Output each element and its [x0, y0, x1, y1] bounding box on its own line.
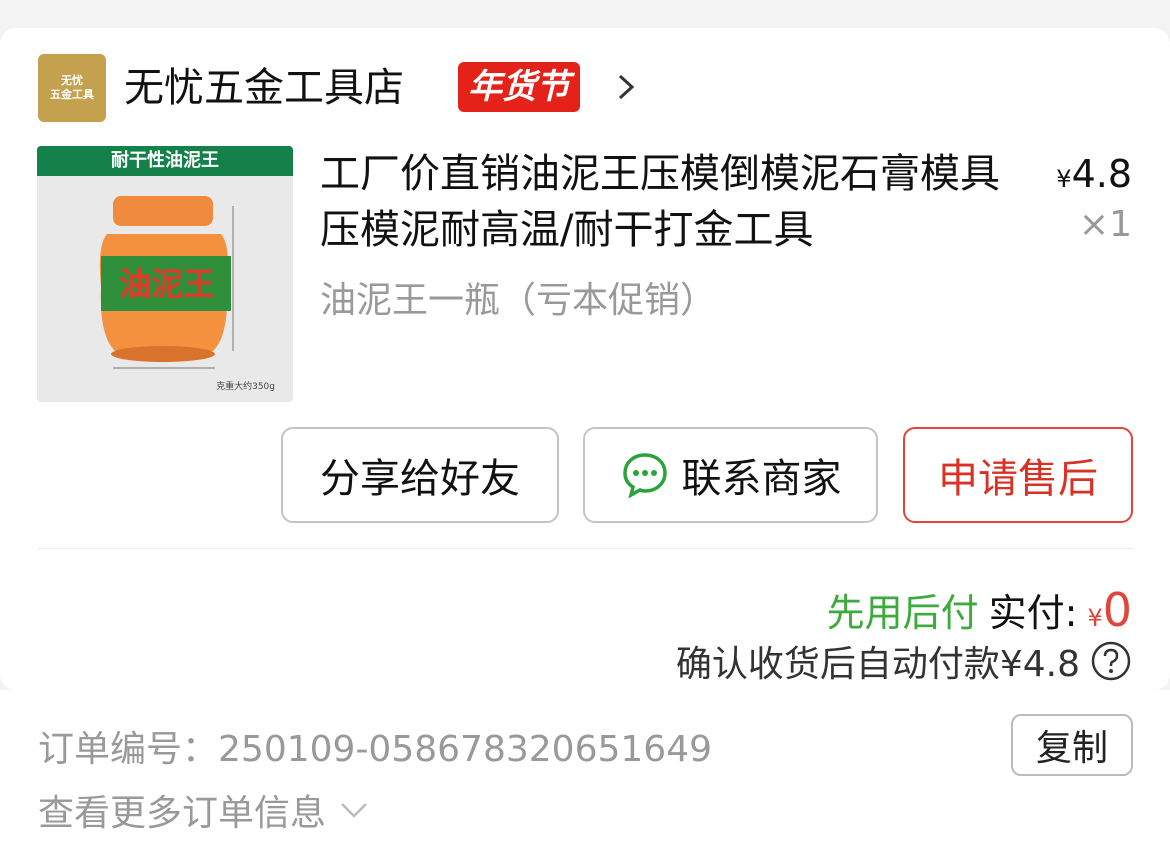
payment-summary: 先用后付 实付: ¥0 [826, 582, 1132, 637]
product-thumbnail[interactable]: 耐干性油泥王 油泥王 克重大约350g [37, 146, 293, 402]
auto-pay-text: 确认收货后自动付款¥4.8 [675, 644, 1080, 685]
after-sale-button[interactable]: 申请售后 [903, 427, 1133, 523]
paid-label: 实付: [988, 591, 1078, 635]
share-button[interactable]: 分享给好友 [281, 427, 559, 523]
more-order-info[interactable]: 查看更多订单信息 [38, 784, 370, 836]
contact-seller-button[interactable]: 联系商家 [583, 427, 878, 523]
pay-later-tag: 先用后付 [826, 591, 979, 635]
chat-icon [622, 453, 667, 499]
shop-logo[interactable]: 无忧 五金工具 [38, 54, 106, 122]
product-title[interactable]: 工厂价直销油泥王压模倒模泥石膏模具 压模泥耐高温/耐干打金工具 [320, 146, 1010, 258]
paid-currency: ¥ [1087, 604, 1103, 632]
thumbnail-caption: 克重大约350g [216, 382, 275, 392]
order-info-panel [0, 690, 1170, 868]
more-order-info-label: 查看更多订单信息 [38, 793, 327, 834]
copy-button[interactable]: 复制 [1011, 714, 1133, 776]
paid-amount: ¥0 [1087, 583, 1132, 637]
question-mark-icon[interactable] [1090, 640, 1132, 682]
chevron-down-icon [341, 803, 367, 818]
price-value: 4.8 [1071, 152, 1132, 196]
order-number: 订单编号：250109-058678320651649 [38, 720, 712, 772]
shop-name[interactable]: 无忧五金工具店 [124, 60, 404, 116]
order-number-label: 订单编号： [38, 729, 219, 770]
order-number-value: 250109-058678320651649 [218, 729, 712, 770]
product-price: ¥4.8 [1056, 152, 1132, 196]
auto-pay-note: 确认收货后自动付款¥4.8 [676, 636, 1132, 686]
jar-label: 油泥王 [118, 265, 215, 303]
product-quantity: ×1 [1078, 204, 1132, 245]
price-currency: ¥ [1056, 165, 1072, 193]
festival-badge: 年货节 [458, 62, 580, 112]
divider [37, 548, 1133, 549]
product-spec: 油泥王一瓶（亏本促销） [320, 280, 717, 321]
contact-seller-label: 联系商家 [681, 457, 842, 501]
chevron-right-icon[interactable] [610, 72, 640, 102]
paid-value: 0 [1102, 583, 1132, 637]
